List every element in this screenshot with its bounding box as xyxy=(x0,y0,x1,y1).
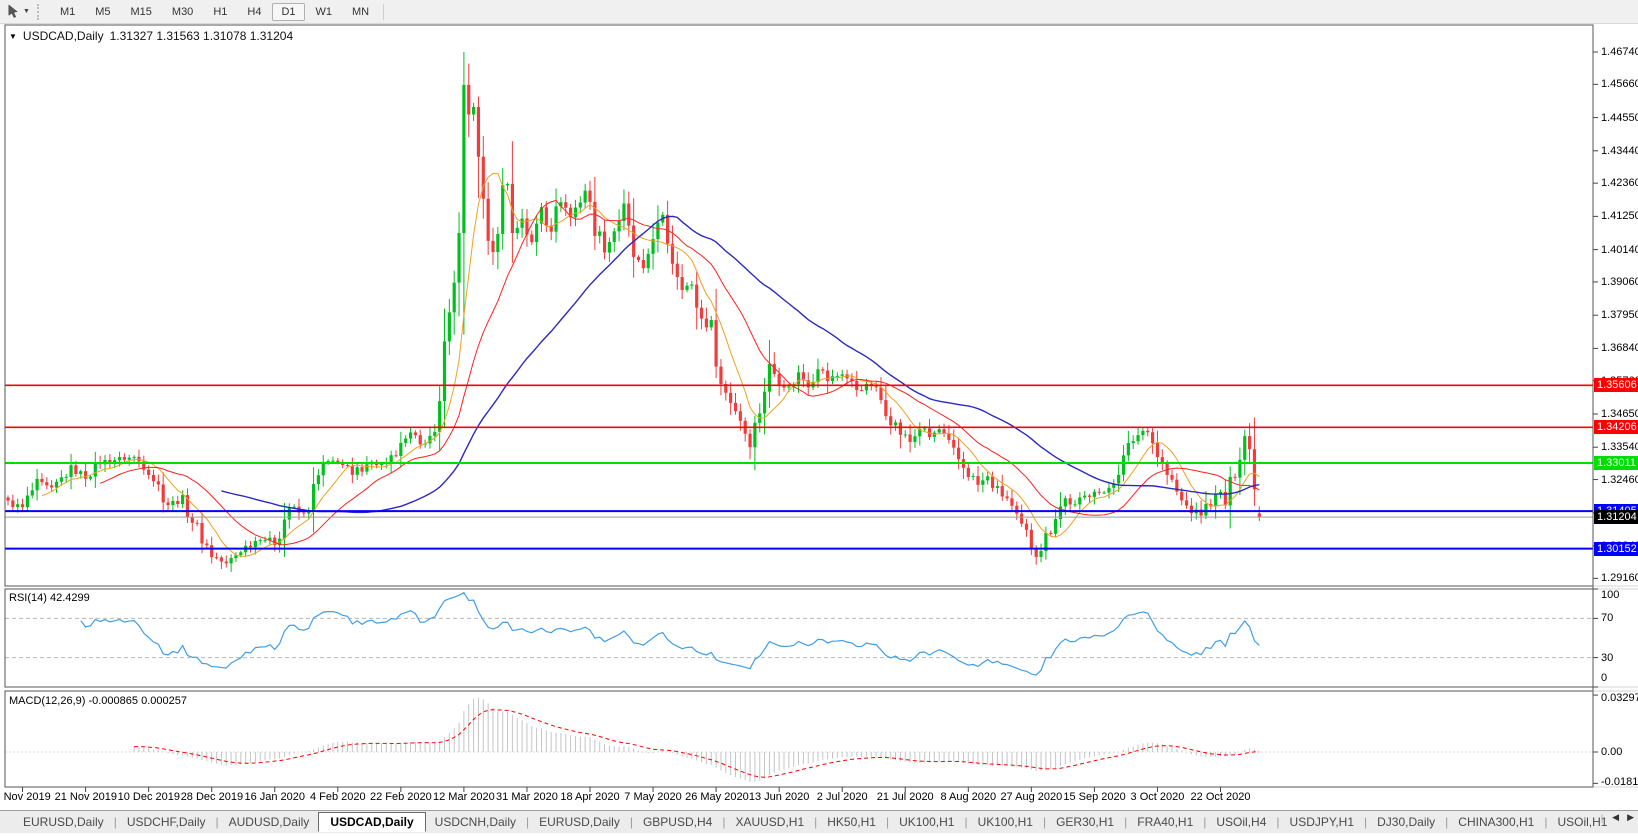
y-axis-label: 1.37950 xyxy=(1601,309,1638,322)
tab-scroll-right-icon[interactable]: ▶ xyxy=(1627,812,1634,823)
y-axis-label: 1.46740 xyxy=(1601,46,1638,58)
date-label: 3 Oct 2020 xyxy=(1130,791,1185,803)
y-axis-label: 1.33540 xyxy=(1601,441,1638,454)
triangle-down-icon[interactable]: ▼ xyxy=(9,32,17,41)
rsi-indicator-label: RSI(14) 42.4299 xyxy=(9,592,90,604)
date-label: 18 Apr 2020 xyxy=(560,791,620,803)
date-label: 21 Jul 2020 xyxy=(876,791,934,803)
y-axis-label: 1.34650 xyxy=(1601,407,1638,420)
price-badge: 1.33011 xyxy=(1594,456,1638,471)
chart-tab-uk100-h1[interactable]: UK100,H1 xyxy=(890,813,963,831)
date-label: 22 Oct 2020 xyxy=(1190,791,1251,803)
tab-separator: | xyxy=(629,815,633,829)
chart-tab-usdjpy-h1[interactable]: USDJPY,H1 xyxy=(1281,813,1363,831)
tab-separator: | xyxy=(1276,815,1280,829)
y-axis-label: 1.40140 xyxy=(1601,243,1638,256)
current-price-badge: 1.31204 xyxy=(1594,510,1638,525)
tab-separator: | xyxy=(1042,815,1047,829)
tab-separator: | xyxy=(1124,815,1128,829)
tab-scroll-buttons: | ◀ ▶ xyxy=(1600,812,1634,823)
date-label: 4 Feb 2020 xyxy=(309,791,366,803)
chart-tab-xauusd-h1[interactable]: XAUUSD,H1 xyxy=(726,813,813,831)
y-axis-label: 1.39060 xyxy=(1601,275,1638,288)
date-label: 13 Jun 2020 xyxy=(748,791,810,803)
chart-tab-eurusd-daily[interactable]: EURUSD,Daily xyxy=(14,813,113,831)
date-label: 2 Nov 2019 xyxy=(0,791,51,803)
date-label: 22 Feb 2020 xyxy=(369,791,432,803)
date-label: 12 Mar 2020 xyxy=(433,791,495,803)
chart-tab-audusd-daily[interactable]: AUDUSD,Daily xyxy=(220,813,319,831)
y-axis-label: 1.42360 xyxy=(1601,177,1638,190)
chart-title: ▼ USDCAD,Daily 1.31327 1.31563 1.31078 1… xyxy=(9,29,293,43)
chart-tab-hk50-h1[interactable]: HK50,H1 xyxy=(818,813,885,831)
price-badge: 1.34206 xyxy=(1594,420,1638,435)
date-label: 21 Nov 2019 xyxy=(54,791,117,803)
macd-axis-label: 0.00 xyxy=(1601,746,1623,758)
macd-axis-label: 0.032972 xyxy=(1601,692,1638,704)
chart-tab-bar: EURUSD,Daily | USDCHF,Daily | AUDUSD,Daily US… xyxy=(0,810,1638,833)
y-axis-label: 1.29160 xyxy=(1601,572,1638,585)
price-badge: 1.35606 xyxy=(1594,378,1638,393)
mt4-window: { "toolbar": { "cursor_tool_icon": "curs… xyxy=(0,0,1638,836)
tab-separator: | xyxy=(113,815,117,829)
date-label: 10 Dec 2019 xyxy=(117,791,181,803)
macd-axis-label: -0.018154 xyxy=(1601,776,1638,788)
y-axis-label: 1.36840 xyxy=(1601,342,1638,355)
tab-separator: | xyxy=(722,815,726,829)
chart-tab-gbpusd-h4[interactable]: GBPUSD,H4 xyxy=(634,813,721,831)
date-label: 26 May 2020 xyxy=(685,791,749,803)
tab-scroll-left-icon[interactable]: ◀ xyxy=(1612,812,1619,823)
price-badge: 1.30152 xyxy=(1594,541,1638,556)
tab-separator: | xyxy=(1445,815,1449,829)
date-label: 27 Aug 2020 xyxy=(1000,791,1063,803)
tab-separator: | xyxy=(526,815,530,829)
rsi-axis-label: 0 xyxy=(1601,672,1608,684)
date-label: 15 Sep 2020 xyxy=(1063,791,1126,803)
y-axis-label: 1.41250 xyxy=(1601,210,1638,223)
chart-ohlc-values: 1.31327 1.31563 1.31078 1.31204 xyxy=(109,29,294,43)
tab-separator: | xyxy=(964,815,968,829)
tab-separator: | xyxy=(1364,815,1368,829)
y-axis-label: 1.32460 xyxy=(1601,473,1638,486)
rsi-axis-label: 30 xyxy=(1601,651,1614,664)
date-label: 7 May 2020 xyxy=(624,791,682,803)
chart-tab-eurusd-daily[interactable]: EURUSD,Daily xyxy=(530,813,629,831)
chart-tab-uk100-h1[interactable]: UK100,H1 xyxy=(969,813,1042,831)
chart-tab-china300-h1[interactable]: CHINA300,H1 xyxy=(1449,813,1543,831)
y-axis-label: 1.44550 xyxy=(1601,111,1638,124)
chart-tab-usdcad-daily[interactable]: USDCAD,Daily xyxy=(318,811,426,832)
rsi-axis-label: 100 xyxy=(1601,589,1620,601)
tab-separator: | xyxy=(885,815,890,829)
date-label: 28 Dec 2019 xyxy=(180,791,244,803)
date-label: 8 Aug 2020 xyxy=(940,791,997,803)
chart-tab-dj30-daily[interactable]: DJ30,Daily xyxy=(1368,813,1444,831)
chart-tab-usoil-h4[interactable]: USOil,H4 xyxy=(1207,813,1275,831)
date-label: 16 Jan 2020 xyxy=(244,791,306,803)
tab-separator: | xyxy=(814,815,818,829)
chart-symbol-label: USDCAD,Daily xyxy=(22,29,104,43)
chart-tab-usdcnh-daily[interactable]: USDCNH,Daily xyxy=(426,813,525,831)
date-label: 31 Mar 2020 xyxy=(496,791,558,803)
tab-separator: | xyxy=(1544,815,1548,829)
rsi-axis-label: 70 xyxy=(1601,612,1614,625)
macd-indicator-label: MACD(12,26,9) -0.000865 0.000257 xyxy=(9,695,187,707)
chart-tab-fra40-h1[interactable]: FRA40,H1 xyxy=(1128,813,1202,831)
tab-separator: | xyxy=(1203,815,1207,829)
tab-separator: | xyxy=(215,815,219,829)
y-axis-label: 1.45660 xyxy=(1601,78,1638,91)
chart-tab-ger30-h1[interactable]: GER30,H1 xyxy=(1047,813,1123,831)
date-label: 2 Jul 2020 xyxy=(816,791,868,803)
y-axis-label: 1.43440 xyxy=(1601,144,1638,157)
chart-tab-usdchf-daily[interactable]: USDCHF,Daily xyxy=(118,813,215,831)
price-chart-canvas[interactable] xyxy=(0,0,1638,836)
